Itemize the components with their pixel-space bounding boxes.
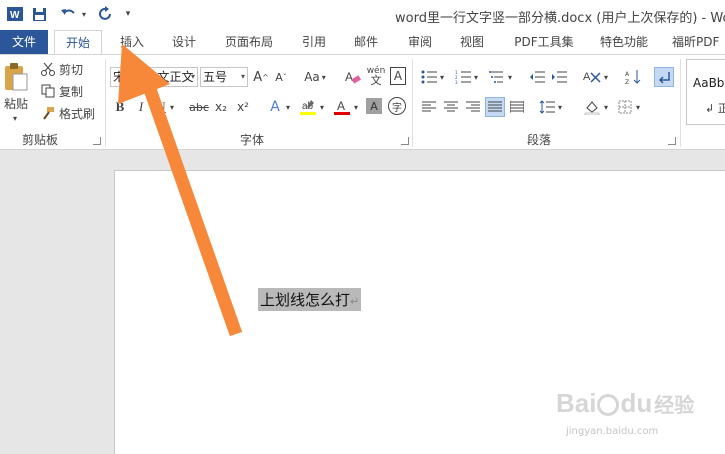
- baidu-watermark: Bai du 经验 jingyan.baidu.com: [548, 388, 718, 448]
- watermark-brand2: du: [620, 388, 653, 418]
- watermark-cn: 经验: [654, 395, 695, 417]
- watermark-url: jingyan.baidu.com: [566, 426, 659, 437]
- paw-icon: [597, 394, 620, 417]
- annotation-arrow-head: [118, 44, 170, 104]
- annotation-arrow: [118, 44, 243, 337]
- watermark-brand: Bai: [556, 388, 597, 418]
- annotation-arrow-shaft: [139, 75, 243, 337]
